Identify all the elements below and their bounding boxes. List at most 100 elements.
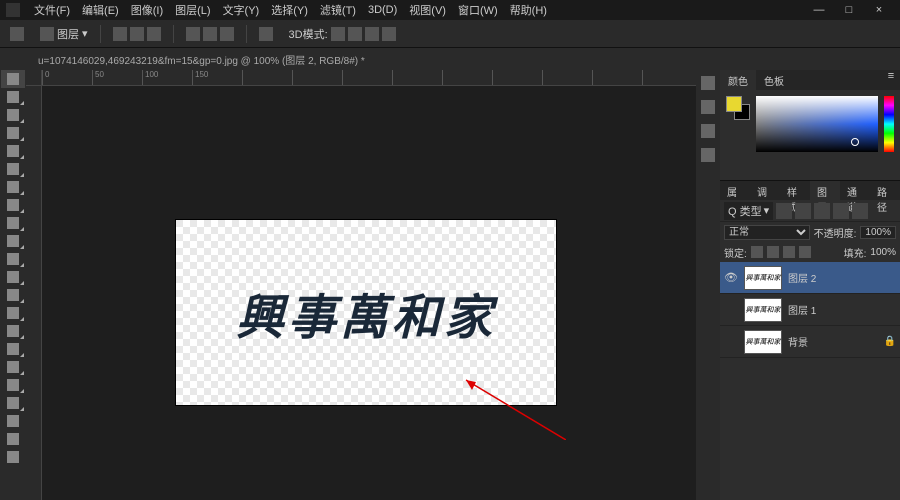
move-tool-icon: [10, 27, 24, 41]
menu-select[interactable]: 选择(Y): [265, 2, 314, 18]
crop-tool[interactable]: [1, 142, 25, 160]
tab-adjustments[interactable]: 调整: [750, 181, 780, 200]
dodge-tool[interactable]: [1, 304, 25, 322]
tab-channels[interactable]: 通道: [840, 181, 870, 200]
lock-pixels-icon[interactable]: [767, 246, 779, 258]
lock-position-icon[interactable]: [783, 246, 795, 258]
lock-transparency-icon[interactable]: [751, 246, 763, 258]
menu-file[interactable]: 文件(F): [28, 2, 76, 18]
path-tool[interactable]: [1, 358, 25, 376]
hue-slider[interactable]: [884, 96, 894, 152]
filter-adjust-icon[interactable]: [795, 203, 811, 219]
tab-styles[interactable]: 样式: [780, 181, 810, 200]
app-logo-icon: [6, 3, 20, 17]
layer-thumbnail[interactable]: 興事萬和家: [744, 266, 782, 290]
color-picker[interactable]: [756, 96, 878, 152]
menu-3d[interactable]: 3D(D): [362, 4, 403, 16]
distribute-icon[interactable]: [203, 27, 217, 41]
tab-swatches[interactable]: 色板: [756, 70, 792, 90]
align-icon[interactable]: [147, 27, 161, 41]
lock-row: 锁定: 填充: 100%: [720, 242, 900, 262]
move-tool[interactable]: [1, 70, 25, 88]
panel-menu-icon[interactable]: ≡: [882, 70, 900, 90]
more-icon[interactable]: [259, 27, 273, 41]
history-panel-icon[interactable]: [701, 76, 715, 90]
actions-panel-icon[interactable]: [701, 148, 715, 162]
fill-label: 填充:: [844, 245, 867, 260]
blur-tool[interactable]: [1, 286, 25, 304]
heal-tool[interactable]: [1, 178, 25, 196]
layer-row[interactable]: 興事萬和家 背景 🔒: [720, 326, 900, 358]
align-icon[interactable]: [113, 27, 127, 41]
type-tool[interactable]: [1, 340, 25, 358]
tab-paths[interactable]: 路径: [870, 181, 900, 200]
mode3d-icon[interactable]: [382, 27, 396, 41]
close-button[interactable]: ×: [864, 4, 894, 16]
layer-name[interactable]: 图层 2: [788, 270, 816, 285]
tab-color[interactable]: 颜色: [720, 70, 756, 90]
canvas-area[interactable]: 050100150 興事萬和家: [26, 70, 696, 500]
menu-image[interactable]: 图像(I): [125, 2, 169, 18]
canvas[interactable]: 興事萬和家: [176, 220, 556, 405]
minimize-button[interactable]: —: [804, 4, 834, 16]
layer-thumbnail[interactable]: 興事萬和家: [744, 298, 782, 322]
menu-view[interactable]: 视图(V): [403, 2, 452, 18]
menu-window[interactable]: 窗口(W): [452, 2, 504, 18]
fg-bg-colors[interactable]: [726, 96, 750, 120]
hand-tool[interactable]: [1, 394, 25, 412]
layer-panel-tabs: 属性 调整 样式 图层 通道 路径: [720, 180, 900, 200]
gradient-tool[interactable]: [1, 268, 25, 286]
layer-thumbnail[interactable]: 興事萬和家: [744, 330, 782, 354]
menu-layer[interactable]: 图层(L): [169, 2, 216, 18]
stamp-tool[interactable]: [1, 214, 25, 232]
layer-row[interactable]: 興事萬和家 图层 1: [720, 294, 900, 326]
document-tab[interactable]: u=1074146029,469243219&fm=15&gp=0.jpg @ …: [28, 52, 375, 67]
auto-select-icon[interactable]: [40, 27, 54, 41]
filter-pixel-icon[interactable]: [776, 203, 792, 219]
lock-all-icon[interactable]: [799, 246, 811, 258]
visibility-toggle[interactable]: 👁: [724, 271, 738, 284]
color-panel: [720, 90, 900, 180]
wand-tool[interactable]: [1, 124, 25, 142]
lock-icon: 🔒: [884, 336, 896, 347]
brush-tool[interactable]: [1, 196, 25, 214]
menu-filter[interactable]: 滤镜(T): [314, 2, 362, 18]
fg-bg-swatch[interactable]: [1, 448, 25, 466]
tab-layers[interactable]: 图层: [810, 181, 840, 200]
menu-help[interactable]: 帮助(H): [504, 2, 553, 18]
paragraph-panel-icon[interactable]: [701, 124, 715, 138]
ruler-vertical: [26, 86, 42, 500]
menu-type[interactable]: 文字(Y): [217, 2, 266, 18]
menu-edit[interactable]: 编辑(E): [76, 2, 125, 18]
fill-value[interactable]: 100%: [870, 247, 896, 258]
layer-filter-type[interactable]: Q 类型 ▾: [724, 202, 773, 220]
mode3d-icon[interactable]: [348, 27, 362, 41]
tab-properties[interactable]: 属性: [720, 181, 750, 200]
shape-tool[interactable]: [1, 376, 25, 394]
maximize-button[interactable]: □: [834, 4, 864, 16]
mode3d-icon[interactable]: [331, 27, 345, 41]
mode3d-icon[interactable]: [365, 27, 379, 41]
filter-smart-icon[interactable]: [852, 203, 868, 219]
align-icon[interactable]: [130, 27, 144, 41]
lasso-tool[interactable]: [1, 106, 25, 124]
eraser-tool[interactable]: [1, 250, 25, 268]
marquee-tool[interactable]: [1, 88, 25, 106]
zoom-tool[interactable]: [1, 412, 25, 430]
distribute-icon[interactable]: [220, 27, 234, 41]
filter-shape-icon[interactable]: [833, 203, 849, 219]
filter-type-icon[interactable]: [814, 203, 830, 219]
pen-tool[interactable]: [1, 322, 25, 340]
layer-name[interactable]: 图层 1: [788, 302, 816, 317]
layer-row[interactable]: 👁 興事萬和家 图层 2: [720, 262, 900, 294]
opacity-value[interactable]: 100%: [860, 226, 896, 239]
eyedropper-tool[interactable]: [1, 160, 25, 178]
distribute-icon[interactable]: [186, 27, 200, 41]
history-brush-tool[interactable]: [1, 232, 25, 250]
ruler-horizontal: 050100150: [42, 70, 696, 86]
character-panel-icon[interactable]: [701, 100, 715, 114]
opacity-label: 不透明度:: [814, 225, 857, 240]
color-swap-icon[interactable]: [1, 430, 25, 448]
blend-mode-select[interactable]: 正常: [724, 225, 810, 240]
layer-name[interactable]: 背景: [788, 334, 808, 349]
